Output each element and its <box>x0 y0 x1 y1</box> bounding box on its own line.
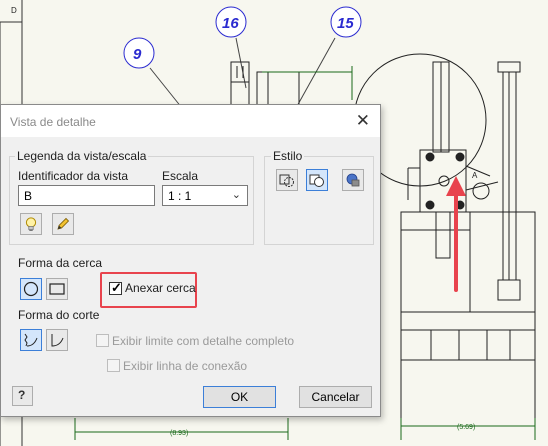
style-shaded-button[interactable] <box>342 169 364 191</box>
sheet-zone-letter: D <box>11 6 17 15</box>
close-icon[interactable]: ✕ <box>356 111 370 131</box>
circle-shape-icon <box>23 281 39 297</box>
detail-marker-label: A <box>472 171 478 180</box>
dialog-titlebar[interactable]: Vista de detalhe ✕ <box>1 105 380 137</box>
pencil-icon <box>57 217 70 230</box>
lightbulb-icon <box>25 217 37 231</box>
fence-shape-circular-button[interactable] <box>20 278 42 300</box>
detail-view-dialog: Vista de detalhe ✕ Legenda da vista/esca… <box>0 104 381 417</box>
cut-shape-title: Forma do corte <box>18 308 100 322</box>
dialog-title: Vista de detalhe <box>10 115 96 129</box>
dimension-label-left: (8.93) <box>170 430 188 437</box>
scale-combobox[interactable]: 1 : 1 ⌄ <box>162 185 248 206</box>
fence-shape-title: Forma da cerca <box>18 256 103 270</box>
ok-button[interactable]: OK <box>203 386 276 408</box>
red-annotation-arrow <box>446 176 466 292</box>
jagged-cut-icon <box>24 333 38 347</box>
hidden-lines-removed-style-icon <box>309 174 324 187</box>
help-button[interactable]: ? <box>12 386 33 406</box>
show-full-boundary-checkbox[interactable] <box>96 334 109 347</box>
attach-fence-checkbox[interactable]: ✓ <box>109 280 122 295</box>
view-identifier-input[interactable]: B <box>18 185 155 206</box>
svg-text:16: 16 <box>222 15 239 32</box>
balloon-15: 15 <box>330 6 362 38</box>
checkmark-icon: ✓ <box>111 280 122 295</box>
view-scale-legend-title: Legenda da vista/escala <box>15 149 149 163</box>
show-full-boundary-label: Exibir limite com detalhe completo <box>112 334 295 348</box>
view-identifier-label: Identificador da vista <box>18 169 129 183</box>
svg-text:9: 9 <box>133 46 142 63</box>
scale-value: 1 : 1 <box>168 189 192 203</box>
balloon-9: 9 <box>123 37 155 69</box>
cut-shape-smooth-button[interactable] <box>46 329 68 351</box>
svg-text:15: 15 <box>337 15 354 32</box>
show-connection-line-checkbox[interactable] <box>107 359 120 372</box>
chevron-down-icon: ⌄ <box>231 189 241 201</box>
smooth-cut-icon <box>51 334 64 347</box>
dimension-label-right: (5.69) <box>457 424 475 431</box>
balloon-16: 16 <box>215 6 247 38</box>
left-part-geometry <box>230 61 300 107</box>
rectangle-shape-icon <box>49 283 65 295</box>
edit-label-button[interactable] <box>52 213 74 235</box>
attach-fence-label[interactable]: Anexar cerca <box>125 281 196 295</box>
cut-shape-jagged-button[interactable] <box>20 329 42 351</box>
help-icon: ? <box>18 388 26 402</box>
scale-label: Escala <box>162 169 199 183</box>
show-connection-line-label: Exibir linha de conexão <box>123 359 248 373</box>
style-hidden-lines-button[interactable] <box>276 169 298 191</box>
cancel-button[interactable]: Cancelar <box>299 386 372 408</box>
style-hidden-lines-removed-button[interactable] <box>306 169 328 191</box>
right-assembly-geometry <box>400 61 536 418</box>
shaded-style-icon <box>346 173 360 187</box>
style-group-title: Estilo <box>271 149 305 163</box>
toggle-label-visibility-button[interactable] <box>20 213 42 235</box>
fence-shape-rectangular-button[interactable] <box>46 278 68 300</box>
hidden-lines-style-icon <box>279 174 294 187</box>
